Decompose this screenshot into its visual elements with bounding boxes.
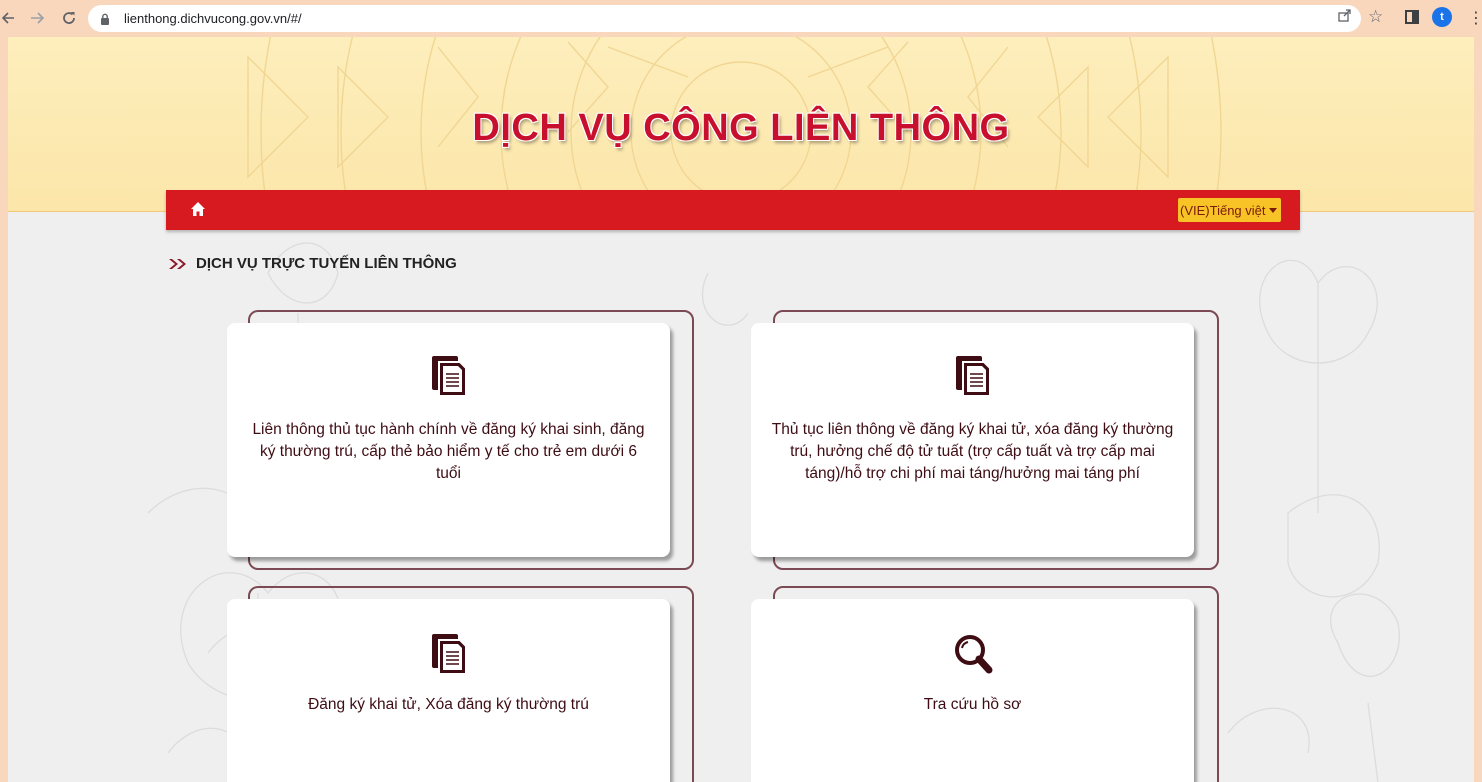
side-panel-icon[interactable] — [1405, 10, 1419, 24]
forward-arrow-icon[interactable] — [25, 5, 51, 31]
document-icon — [955, 356, 991, 396]
more-menu-icon[interactable]: ⋮ — [1468, 8, 1482, 27]
service-card-lookup-records[interactable]: Tra cứu hồ sơ — [751, 599, 1194, 782]
bookmark-star-icon[interactable]: ☆ — [1368, 7, 1383, 27]
document-icon — [431, 634, 467, 674]
card-label: Tra cứu hồ sơ — [923, 696, 1022, 713]
language-label: (VIE)Tiếng việt — [1180, 202, 1266, 218]
section-heading: DỊCH VỤ TRỰC TUYẾN LIÊN THÔNG — [168, 255, 457, 272]
service-card-birth-registration[interactable]: Liên thông thủ tục hành chính về đăng ký… — [227, 323, 670, 557]
card-label: Liên thông thủ tục hành chính về đăng ký… — [252, 421, 645, 482]
document-icon — [431, 356, 467, 396]
browser-toolbar: lienthong.dichvucong.gov.vn/#/ ☆ t ⋮ — [0, 0, 1482, 37]
reload-icon[interactable] — [56, 5, 82, 31]
card-label: Đăng ký khai tử, Xóa đăng ký thường trú — [308, 696, 589, 713]
home-icon[interactable] — [190, 201, 206, 217]
back-arrow-icon[interactable] — [0, 5, 14, 31]
address-bar[interactable]: lienthong.dichvucong.gov.vn/#/ — [88, 5, 1361, 32]
profile-avatar[interactable]: t — [1432, 7, 1452, 27]
section-heading-text: DỊCH VỤ TRỰC TUYẾN LIÊN THÔNG — [196, 255, 457, 272]
double-chevron-icon — [169, 258, 186, 269]
share-icon[interactable] — [1338, 8, 1352, 26]
caret-down-icon — [1268, 207, 1277, 213]
main-nav-bar: (VIE)Tiếng việt — [166, 190, 1300, 230]
search-icon — [954, 635, 992, 674]
page-viewport: DỊCH VỤ CÔNG LIÊN THÔNG (VIE)Tiếng việt — [8, 37, 1474, 782]
card-label: Thủ tục liên thông về đăng ký khai tử, x… — [771, 421, 1174, 482]
service-card-death-residence-removal[interactable]: Đăng ký khai tử, Xóa đăng ký thường trú — [227, 599, 670, 782]
site-title: DỊCH VỤ CÔNG LIÊN THÔNG — [472, 107, 1010, 149]
header-banner: DỊCH VỤ CÔNG LIÊN THÔNG — [8, 37, 1474, 212]
url-text: lienthong.dichvucong.gov.vn/#/ — [124, 11, 302, 26]
language-selector[interactable]: (VIE)Tiếng việt — [1178, 198, 1281, 222]
lock-icon — [100, 12, 112, 26]
service-card-death-registration-benefits[interactable]: Thủ tục liên thông về đăng ký khai tử, x… — [751, 323, 1194, 557]
